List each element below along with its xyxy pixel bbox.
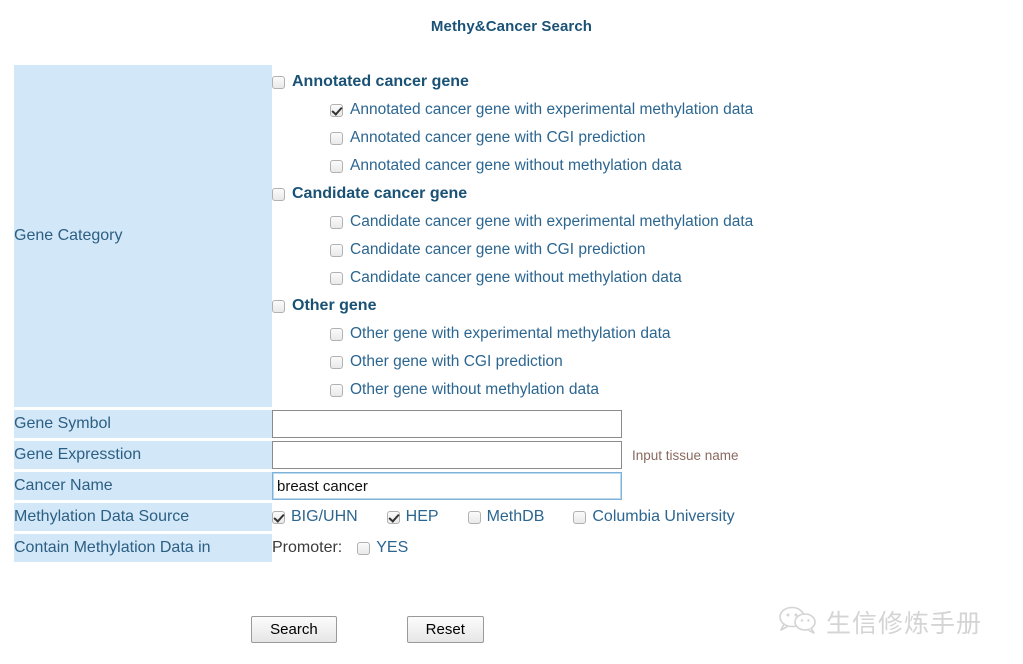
source-label: MethDB <box>486 508 545 525</box>
gene-category-label: Gene Category <box>14 65 272 407</box>
category-child-label: Other gene with CGI prediction <box>350 353 563 370</box>
checkbox-promoter-yes[interactable] <box>357 541 371 555</box>
table-row-gene-symbol: Gene Symbol <box>14 410 757 438</box>
promoter-options: Promoter: YES <box>272 534 757 562</box>
checkbox-candidate-without-methylation[interactable] <box>330 271 343 285</box>
gene-symbol-label: Gene Symbol <box>14 410 272 438</box>
category-child-annotated-without[interactable]: Annotated cancer gene without methylatio… <box>272 152 757 180</box>
checkbox-other-cgi-prediction[interactable] <box>330 355 343 369</box>
checkbox-source-hep[interactable] <box>386 510 400 524</box>
source-option-big-uhn[interactable]: BIG/UHN <box>272 508 358 526</box>
category-child-annotated-experimental[interactable]: Annotated cancer gene with experimental … <box>272 96 757 124</box>
gene-expression-input[interactable] <box>272 441 622 469</box>
category-child-label: Annotated cancer gene with experimental … <box>350 101 754 118</box>
category-child-candidate-experimental[interactable]: Candidate cancer gene with experimental … <box>272 208 757 236</box>
category-child-annotated-cgi[interactable]: Annotated cancer gene with CGI predictio… <box>272 124 757 152</box>
category-group-candidate: Candidate cancer gene Candidate cancer g… <box>272 180 757 292</box>
table-row-cancer-name: Cancer Name <box>14 472 757 500</box>
checkbox-candidate-experimental-methylation[interactable] <box>330 215 343 229</box>
category-group-other: Other gene Other gene with experimental … <box>272 292 757 404</box>
source-option-methdb[interactable]: MethDB <box>467 508 545 526</box>
category-parent-label: Other gene <box>292 297 377 314</box>
source-label: Columbia University <box>592 508 735 525</box>
gene-symbol-input[interactable] <box>272 410 622 438</box>
category-parent-annotated[interactable]: Annotated cancer gene <box>272 68 757 96</box>
source-option-columbia-university[interactable]: Columbia University <box>573 508 735 526</box>
category-group-annotated: Annotated cancer gene Annotated cancer g… <box>272 68 757 180</box>
category-child-label: Candidate cancer gene with experimental … <box>350 213 754 230</box>
category-child-other-cgi[interactable]: Other gene with CGI prediction <box>272 348 757 376</box>
methylation-source-options: BIG/UHN HEP MethDB Columbia University <box>272 503 757 531</box>
table-row-gene-expression: Gene Expresstion Input tissue name <box>14 441 757 469</box>
promoter-prefix-label: Promoter: <box>272 539 343 556</box>
page-title: Methy&Cancer Search <box>430 18 593 35</box>
wechat-icon <box>778 605 818 640</box>
checkbox-annotated-without-methylation[interactable] <box>330 159 343 173</box>
promoter-option-label: YES <box>376 539 409 556</box>
category-child-other-without[interactable]: Other gene without methylation data <box>272 376 757 404</box>
checkbox-source-methdb[interactable] <box>467 510 481 524</box>
checkbox-other-experimental-methylation[interactable] <box>330 327 343 341</box>
table-row-gene-category: Gene Category Annotated cancer gene Anno… <box>14 65 757 407</box>
category-parent-label: Annotated cancer gene <box>292 73 469 90</box>
table-row-contain-methylation: Contain Methylation Data in Promoter: YE… <box>14 534 757 562</box>
category-parent-label: Candidate cancer gene <box>292 185 468 202</box>
checkbox-candidate-cgi-prediction[interactable] <box>330 243 343 257</box>
source-label: BIG/UHN <box>291 508 358 525</box>
search-form-table: Gene Category Annotated cancer gene Anno… <box>14 62 757 565</box>
category-child-label: Annotated cancer gene with CGI predictio… <box>350 129 646 146</box>
contain-methylation-field: Promoter: YES <box>272 534 757 562</box>
source-option-hep[interactable]: HEP <box>386 508 439 526</box>
checkbox-source-big-uhn[interactable] <box>272 510 285 524</box>
category-child-candidate-without[interactable]: Candidate cancer gene without methylatio… <box>272 264 757 292</box>
category-child-label: Annotated cancer gene without methylatio… <box>350 157 682 174</box>
gene-expression-hint: Input tissue name <box>632 447 739 463</box>
category-child-label: Other gene with experimental methylation… <box>350 325 671 342</box>
category-child-label: Candidate cancer gene with CGI predictio… <box>350 241 646 258</box>
cancer-name-field <box>272 472 757 500</box>
category-child-other-experimental[interactable]: Other gene with experimental methylation… <box>272 320 757 348</box>
category-child-label: Other gene without methylation data <box>350 381 600 398</box>
watermark: 生信修炼手册 <box>778 604 982 640</box>
checkbox-source-columbia-university[interactable] <box>573 510 587 524</box>
checkbox-other-gene[interactable] <box>272 299 285 313</box>
category-parent-candidate[interactable]: Candidate cancer gene <box>272 180 757 208</box>
gene-category-field: Annotated cancer gene Annotated cancer g… <box>272 65 757 407</box>
watermark-text: 生信修炼手册 <box>826 609 983 638</box>
gene-expression-field: Input tissue name <box>272 441 757 469</box>
checkbox-annotated-cgi-prediction[interactable] <box>330 131 343 145</box>
source-label: HEP <box>405 508 439 525</box>
contain-methylation-label: Contain Methylation Data in <box>14 534 272 562</box>
promoter-option-yes[interactable]: YES <box>357 539 408 557</box>
reset-button[interactable]: Reset <box>406 616 484 643</box>
checkbox-annotated-cancer-gene[interactable] <box>272 75 285 89</box>
gene-symbol-field <box>272 410 757 438</box>
cancer-name-input[interactable] <box>272 472 622 500</box>
category-child-label: Candidate cancer gene without methylatio… <box>350 269 682 286</box>
checkbox-other-without-methylation[interactable] <box>330 383 343 397</box>
category-child-candidate-cgi[interactable]: Candidate cancer gene with CGI predictio… <box>272 236 757 264</box>
checkbox-annotated-experimental-methylation[interactable] <box>330 103 343 117</box>
checkbox-candidate-cancer-gene[interactable] <box>272 187 285 201</box>
category-parent-other[interactable]: Other gene <box>272 292 757 320</box>
form-button-bar: Search Reset <box>0 616 735 643</box>
methylation-source-label: Methylation Data Source <box>14 503 272 531</box>
cancer-name-label: Cancer Name <box>14 472 272 500</box>
gene-expression-label: Gene Expresstion <box>14 441 272 469</box>
search-button[interactable]: Search <box>251 616 337 643</box>
table-row-methylation-source: Methylation Data Source BIG/UHN HEP Meth… <box>14 503 757 531</box>
methylation-source-field: BIG/UHN HEP MethDB Columbia University <box>272 503 757 531</box>
